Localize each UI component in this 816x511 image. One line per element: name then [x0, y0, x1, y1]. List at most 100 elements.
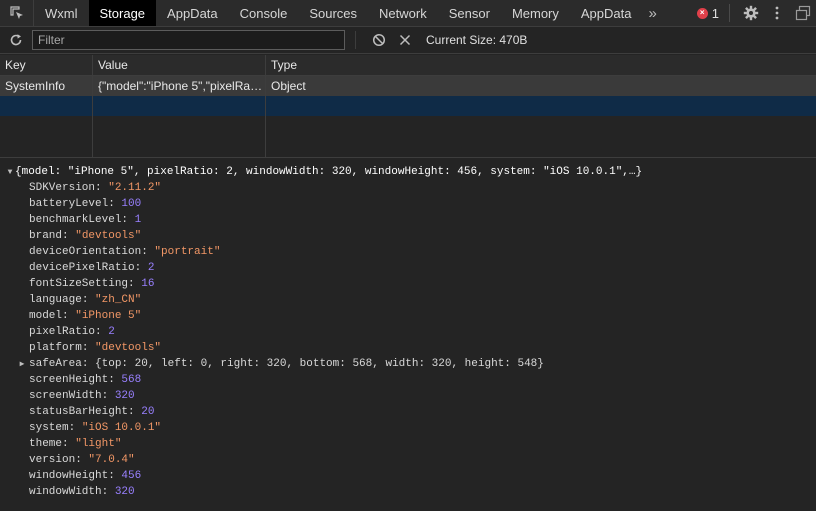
property-system[interactable]: system: "iOS 10.0.1" — [29, 420, 161, 436]
property-pixelRatio[interactable]: pixelRatio: 2 — [29, 324, 115, 340]
property-value: 1 — [134, 214, 142, 226]
property-value: 320 — [114, 390, 135, 402]
object-summary: {model: "iPhone 5", pixelRatio: 2, windo… — [15, 166, 643, 178]
block-icon — [372, 33, 386, 47]
close-icon — [399, 34, 411, 46]
property-value: {top: 20, left: 0, right: 320, bottom: 5… — [95, 358, 544, 370]
property-key: model — [29, 310, 63, 322]
object-summary-line[interactable]: ▼ {model: "iPhone 5", pixelRatio: 2, wind… — [5, 164, 643, 181]
property-value: "zh_CN" — [95, 294, 142, 306]
property-value: 16 — [141, 278, 155, 290]
gear-icon — [743, 5, 759, 21]
tab-sensor[interactable]: Sensor — [438, 0, 501, 26]
property-value: "iPhone 5" — [75, 310, 142, 322]
delete-selected-button[interactable] — [392, 27, 418, 53]
error-icon: × — [696, 7, 708, 19]
more-tabs-button[interactable]: » — [642, 0, 662, 26]
property-key: pixelRatio — [29, 326, 96, 338]
column-divider[interactable] — [92, 55, 93, 158]
refresh-icon — [10, 34, 22, 46]
storage-toolbar: Current Size: 470B — [0, 27, 816, 54]
property-value: "devtools" — [95, 342, 162, 354]
property-value: 320 — [114, 486, 135, 498]
property-key: version — [29, 454, 76, 466]
object-preview-tree: ▼ {model: "iPhone 5", pixelRatio: 2, wind… — [0, 161, 816, 511]
storage-table: Key Value Type SystemInfo {"model":"iPho… — [0, 55, 816, 158]
property-key: windowWidth — [29, 486, 102, 498]
refresh-button[interactable] — [0, 27, 32, 53]
expanded-triangle-icon[interactable]: ▼ — [5, 165, 15, 181]
property-value: 568 — [121, 374, 142, 386]
column-divider[interactable] — [265, 55, 266, 158]
property-windowHeight[interactable]: windowHeight: 456 — [29, 468, 141, 484]
property-key: devicePixelRatio — [29, 262, 135, 274]
property-platform[interactable]: platform: "devtools" — [29, 340, 161, 356]
property-deviceOrientation[interactable]: deviceOrientation: "portrait" — [29, 244, 220, 260]
property-key: system — [29, 422, 69, 434]
tab-storage[interactable]: Storage — [88, 0, 157, 26]
property-key: brand — [29, 230, 63, 242]
property-language[interactable]: language: "zh_CN" — [29, 292, 141, 308]
property-statusBarHeight[interactable]: statusBarHeight: 20 — [29, 404, 154, 420]
tab-sources[interactable]: Sources — [298, 0, 368, 26]
property-batteryLevel[interactable]: batteryLevel: 100 — [29, 196, 141, 212]
property-brand[interactable]: brand: "devtools" — [29, 228, 141, 244]
property-key: deviceOrientation — [29, 246, 142, 258]
property-value: 100 — [121, 198, 142, 210]
property-key: safeArea — [29, 358, 82, 370]
inspect-element-button[interactable] — [0, 0, 34, 26]
tab-wxml[interactable]: Wxml — [34, 0, 89, 26]
property-key: language — [29, 294, 82, 306]
collapsed-triangle-icon[interactable]: ▶ — [17, 357, 27, 373]
column-header-type[interactable]: Type — [266, 55, 816, 75]
undock-window-icon — [795, 5, 811, 21]
tab-console[interactable]: Console — [229, 0, 299, 26]
property-value: "2.11.2" — [108, 182, 162, 194]
property-version[interactable]: version: "7.0.4" — [29, 452, 135, 468]
property-key: windowHeight — [29, 470, 109, 482]
property-SDKVersion[interactable]: SDKVersion: "2.11.2" — [29, 180, 161, 196]
column-header-value[interactable]: Value — [93, 55, 265, 75]
devtools-tab-bar: Wxml Storage AppData Console Sources Network S… — [0, 0, 816, 27]
undock-button[interactable] — [790, 0, 816, 26]
property-key: benchmarkLevel — [29, 214, 122, 226]
kebab-menu-icon — [775, 6, 779, 20]
row-key-cell[interactable]: SystemInfo — [0, 76, 92, 96]
property-value: "devtools" — [75, 230, 142, 242]
property-devicePixelRatio[interactable]: devicePixelRatio: 2 — [29, 260, 154, 276]
row-value-cell[interactable]: {"model":"iPhone 5","pixelRatio":2,"wind… — [93, 76, 265, 96]
table-row[interactable]: SystemInfo {"model":"iPhone 5","pixelRat… — [0, 76, 816, 96]
property-model[interactable]: model: "iPhone 5" — [29, 308, 141, 324]
toolbar-right: × 1 — [696, 0, 816, 26]
clear-all-button[interactable] — [366, 27, 392, 53]
inspect-cursor-icon — [9, 6, 23, 19]
error-count: 1 — [711, 5, 719, 21]
tab-appdata[interactable]: AppData — [156, 0, 229, 26]
table-row-empty-selected[interactable] — [0, 96, 816, 116]
settings-button[interactable] — [738, 0, 764, 26]
current-size-label: Current Size: 470B — [426, 33, 528, 47]
property-value: 2 — [108, 326, 115, 338]
property-value: 2 — [147, 262, 155, 274]
property-fontSizeSetting[interactable]: fontSizeSetting: 16 — [29, 276, 154, 292]
property-theme[interactable]: theme: "light" — [29, 436, 121, 452]
property-windowWidth[interactable]: windowWidth: 320 — [29, 484, 135, 500]
property-key: theme — [29, 438, 63, 450]
error-counter[interactable]: × 1 — [696, 4, 730, 22]
toolbar-divider — [355, 31, 356, 49]
tab-network[interactable]: Network — [368, 0, 438, 26]
tab-memory[interactable]: Memory — [501, 0, 570, 26]
row-type-cell[interactable]: Object — [266, 76, 816, 96]
property-screenHeight[interactable]: screenHeight: 568 — [29, 372, 141, 388]
property-key: SDKVersion — [29, 182, 96, 194]
filter-input[interactable] — [32, 30, 345, 50]
property-safeArea[interactable]: ▶ safeArea: {top: 20, left: 0, right: 320… — [17, 356, 544, 372]
property-screenWidth[interactable]: screenWidth: 320 — [29, 388, 135, 404]
property-key: screenHeight — [29, 374, 109, 386]
customize-menu-button[interactable] — [764, 0, 790, 26]
tab-list: Wxml Storage AppData Console Sources Network S… — [34, 0, 642, 26]
tab-appdata-2[interactable]: AppData — [570, 0, 643, 26]
property-benchmarkLevel[interactable]: benchmarkLevel: 1 — [29, 212, 141, 228]
property-key: statusBarHeight — [29, 406, 129, 418]
column-header-key[interactable]: Key — [0, 55, 92, 75]
